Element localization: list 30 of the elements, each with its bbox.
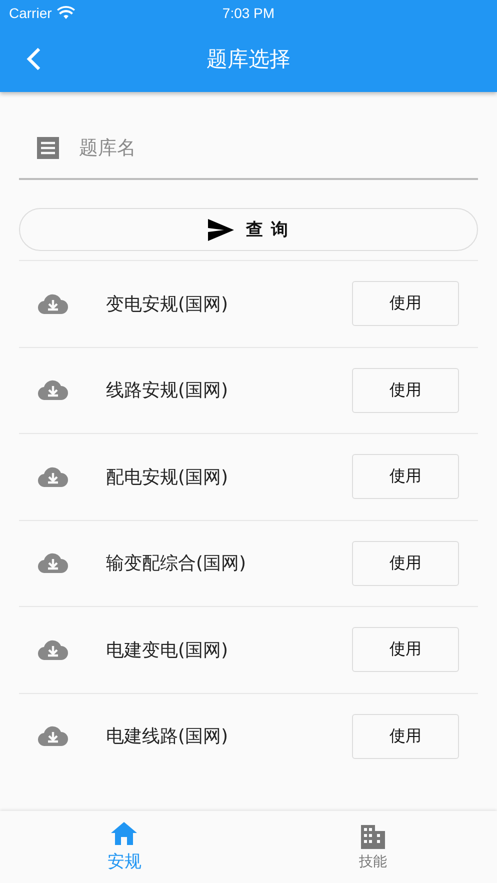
use-button[interactable]: 使用	[352, 627, 459, 672]
tab[interactable]: 技能	[248, 811, 497, 883]
carrier-label: Carrier	[9, 5, 52, 21]
cloud-download-icon	[38, 294, 68, 314]
bank-name: 电建线路(国网)	[106, 725, 230, 748]
bank-name: 线路安规(国网)	[106, 379, 230, 402]
cloud-download-icon	[38, 380, 68, 400]
use-button[interactable]: 使用	[352, 540, 459, 586]
cloud-download-icon	[38, 640, 68, 660]
send-icon	[208, 218, 234, 240]
cloud-download-icon	[38, 466, 68, 487]
use-button[interactable]: 使用	[352, 454, 459, 500]
cloud-download-icon	[38, 726, 68, 746]
status-time: 7:03 PM	[222, 5, 275, 21]
use-button[interactable]: 使用	[352, 368, 459, 413]
building-icon	[360, 824, 386, 848]
list-icon	[37, 136, 59, 160]
search-field[interactable]: 题库名	[77, 136, 478, 160]
bank-name: 输变配综合(国网)	[106, 552, 248, 576]
home-icon	[111, 821, 138, 846]
bank-name: 变电安规(国网)	[106, 292, 230, 316]
use-button[interactable]: 使用	[352, 281, 459, 326]
wifi-icon	[56, 6, 75, 20]
page-title: 题库选择	[206, 46, 290, 73]
bank-name: 配电安规(国网)	[106, 466, 230, 489]
query-button[interactable]: 查 询	[19, 208, 478, 251]
bank-name: 电建变电(国网)	[106, 638, 230, 662]
cloud-download-icon	[38, 553, 68, 574]
use-button[interactable]: 使用	[352, 714, 459, 759]
back-icon	[26, 47, 42, 71]
